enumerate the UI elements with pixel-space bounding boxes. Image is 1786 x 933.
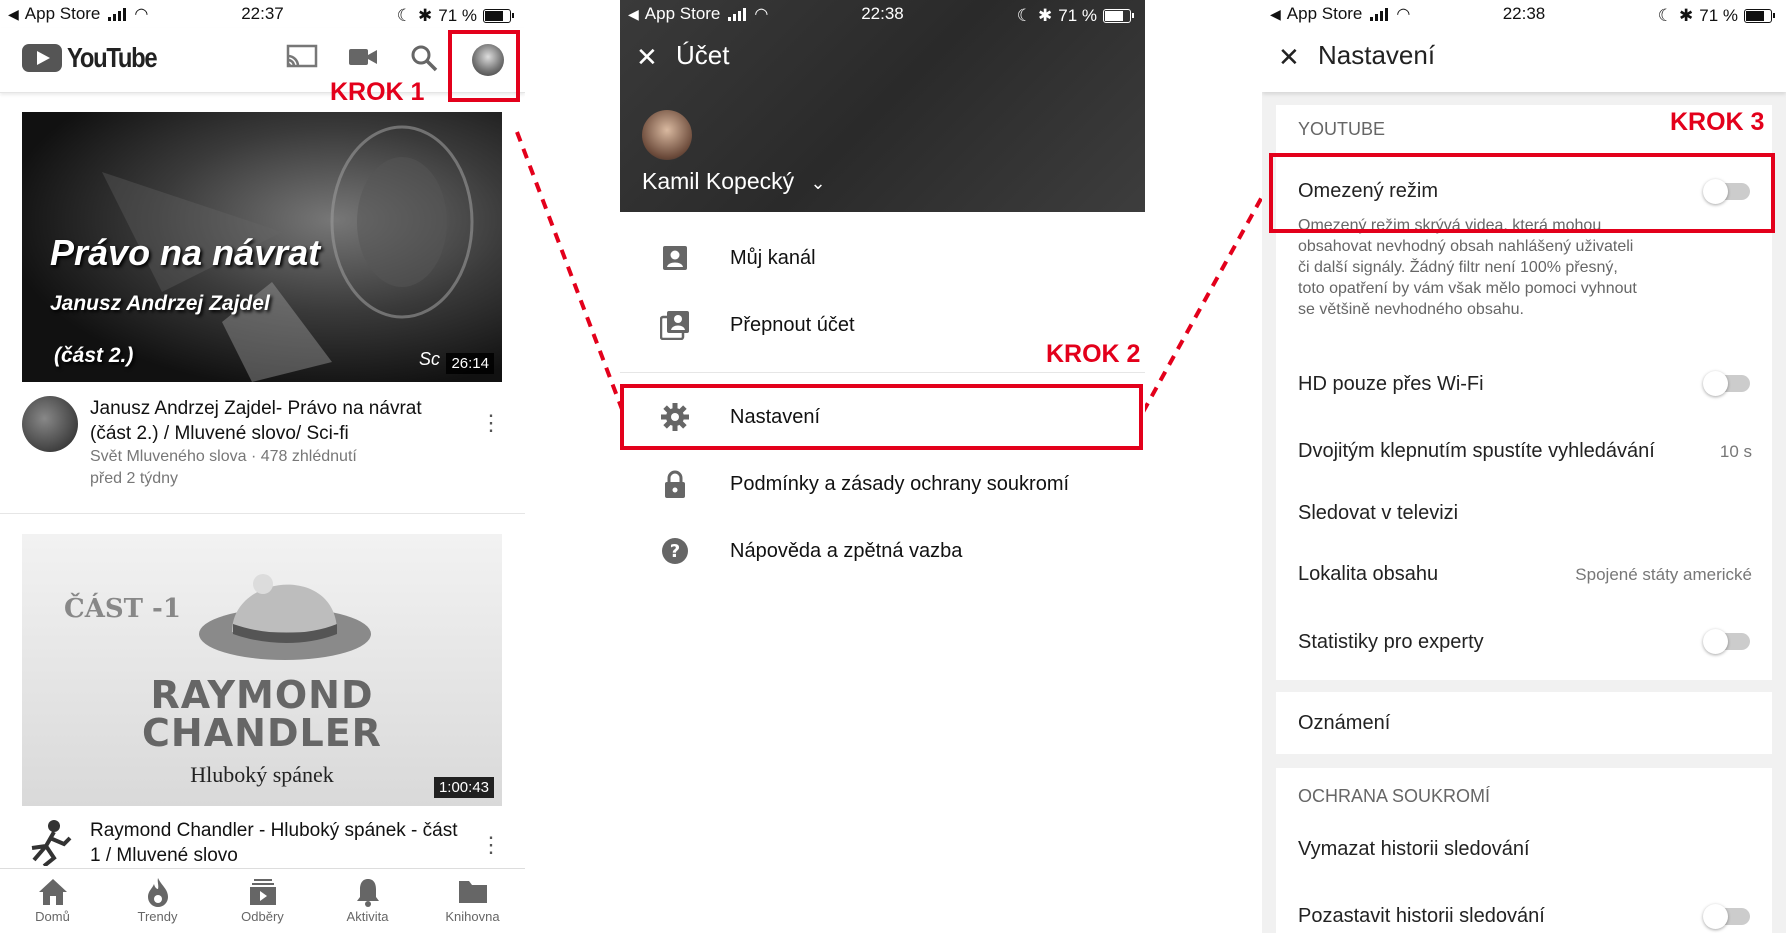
menu-item-label: Podmínky a zásady ochrany soukromí	[730, 472, 1070, 495]
settings-header: ◀ App Store ◠ 22:38 ☾ ✱ 71 % ✕ Nastavení	[1262, 0, 1786, 92]
account-avatar[interactable]	[642, 110, 692, 160]
content-location-value[interactable]: Spojené státy americké	[1575, 565, 1752, 585]
step2-label: KROK 2	[1046, 340, 1141, 368]
description-line: toto opatření by vám však mělo pomoci vy…	[1298, 280, 1637, 297]
close-icon[interactable]: ✕	[1278, 42, 1300, 73]
status-bar: ◀ App Store ◠ 22:38 ☾ ✱ 71 %	[620, 0, 1145, 28]
clear-watch-history[interactable]: Vymazat historii sledování	[1298, 838, 1530, 861]
bluetooth-icon: ✱	[1679, 6, 1694, 25]
lock-icon	[620, 469, 730, 499]
hd-wifi-toggle[interactable]	[1703, 371, 1750, 396]
section-privacy: OCHRANA SOUKROMÍ	[1298, 786, 1491, 806]
notifications-item[interactable]: Oznámení	[1298, 712, 1390, 735]
step3-highlight	[1269, 153, 1775, 233]
svg-text:?: ?	[670, 541, 680, 562]
moon-icon: ☾	[1016, 6, 1032, 25]
settings-title: Nastavení	[1318, 40, 1436, 70]
double-tap-value[interactable]: 10 s	[1720, 442, 1752, 462]
bluetooth-icon: ✱	[1038, 6, 1053, 25]
description-line: obsahovat nevhodný obsah nahlášený uživa…	[1298, 238, 1634, 255]
menu-item-privacy[interactable]: Podmínky a zásady ochrany soukromí	[620, 459, 1145, 509]
account-name-text: Kamil Kopecký	[642, 168, 795, 194]
account-name[interactable]: Kamil Kopecký ⌄	[642, 168, 826, 195]
help-icon: ?	[620, 537, 730, 565]
account-title: Účet	[676, 40, 730, 70]
watch-on-tv[interactable]: Sledovat v televizi	[1298, 502, 1458, 525]
battery-icon	[1744, 9, 1775, 23]
description-line: či další signály. Žádný filtr není 100% …	[1298, 259, 1618, 276]
moon-icon: ☾	[1657, 6, 1673, 25]
close-icon[interactable]: ✕	[636, 42, 658, 73]
divider	[620, 372, 1145, 373]
person-icon	[620, 245, 730, 271]
menu-item-label: Nápověda a zpětná vazba	[730, 539, 963, 562]
switch-account-icon	[620, 310, 730, 340]
menu-item-label: Můj kanál	[730, 246, 816, 269]
menu-item-help[interactable]: ? Nápověda a zpětná vazba	[620, 526, 1145, 576]
account-menu-screen: ◀ App Store ◠ 22:38 ☾ ✱ 71 % ✕ Účet Kami…	[620, 0, 1145, 933]
battery-icon	[1103, 9, 1134, 23]
content-location-label[interactable]: Lokalita obsahu	[1298, 563, 1438, 586]
battery-percent: 71 %	[1699, 6, 1738, 25]
battery-percent: 71 %	[1058, 6, 1097, 25]
stats-for-nerds-label: Statistiky pro experty	[1298, 631, 1484, 653]
settings-card-notifications[interactable]: Oznámení	[1276, 692, 1772, 754]
hd-wifi-label: HD pouze přes Wi-Fi	[1298, 373, 1484, 395]
settings-screen: ◀ App Store ◠ 22:38 ☾ ✱ 71 % ✕ Nastavení…	[1262, 0, 1786, 933]
settings-card-privacy: OCHRANA SOUKROMÍ Vymazat historii sledov…	[1276, 768, 1772, 933]
account-header: ◀ App Store ◠ 22:38 ☾ ✱ 71 % ✕ Účet Kami…	[620, 0, 1145, 212]
step3-label: KROK 3	[1670, 108, 1765, 136]
stats-for-nerds-toggle[interactable]	[1703, 629, 1750, 654]
double-tap-label[interactable]: Dvojitým klepnutím spustíte vyhledávání	[1298, 440, 1655, 463]
description-line: se většině nevhodného obsahu.	[1298, 301, 1524, 318]
status-bar: ◀ App Store ◠ 22:38 ☾ ✱ 71 %	[1262, 0, 1786, 28]
pause-watch-history-toggle[interactable]	[1703, 904, 1750, 929]
pause-watch-history-label: Pozastavit historii sledování	[1298, 905, 1545, 927]
menu-item-label: Přepnout účet	[730, 313, 855, 336]
chevron-down-icon[interactable]: ⌄	[811, 173, 826, 193]
menu-item-my-channel[interactable]: Můj kanál	[620, 233, 1145, 283]
step2-highlight	[620, 384, 1143, 450]
section-youtube: YOUTUBE	[1298, 119, 1386, 139]
